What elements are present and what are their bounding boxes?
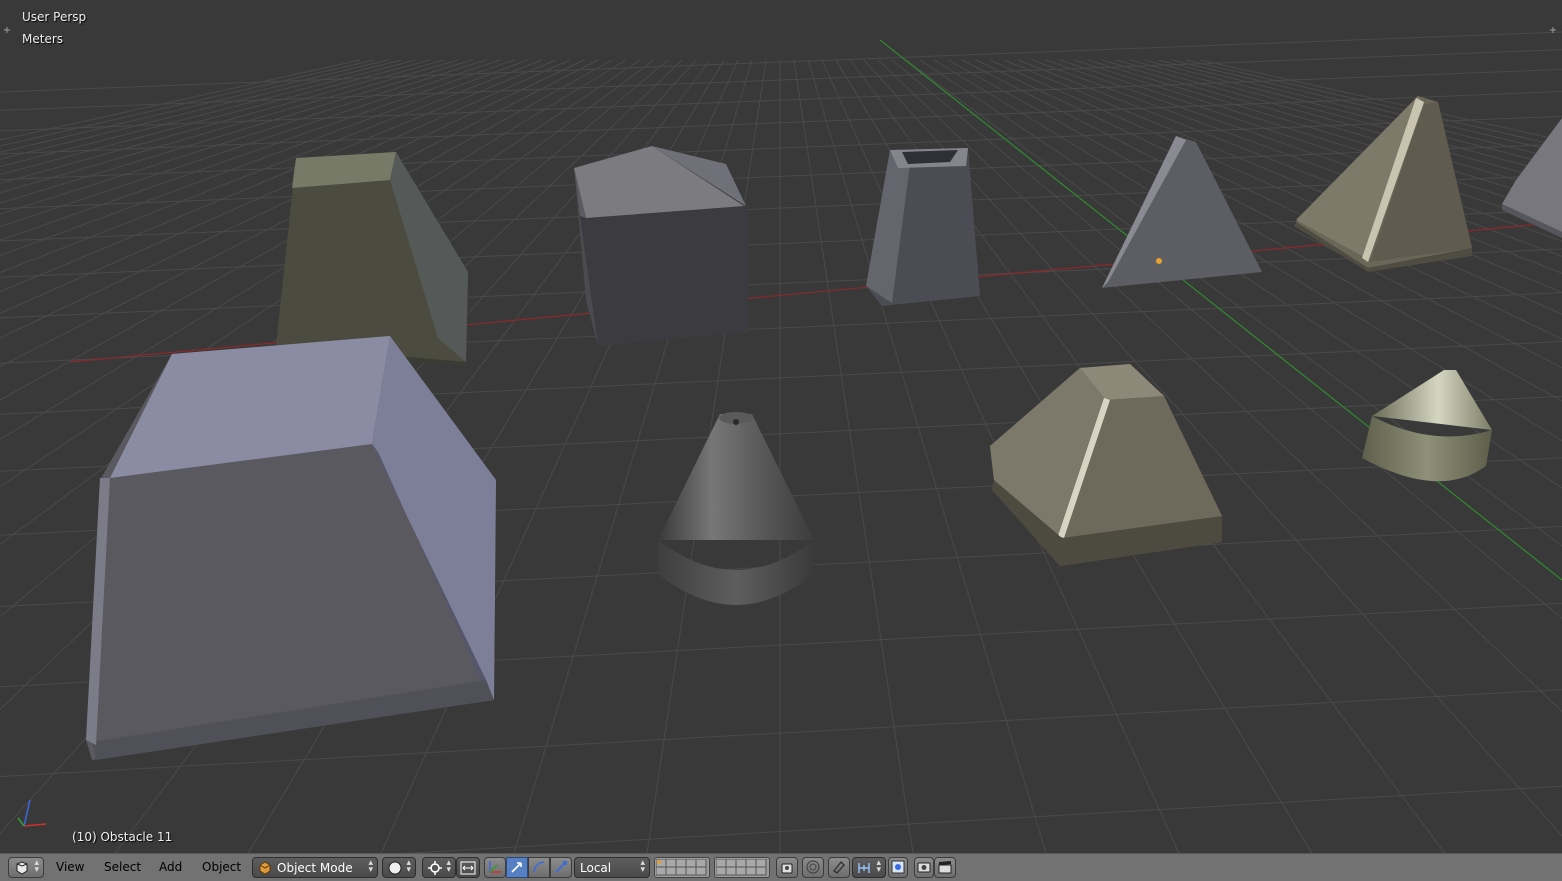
view-name-label: User Persp [22, 10, 87, 24]
proportional-edit-icon [806, 860, 820, 874]
scale-icon [555, 861, 567, 873]
snap-toggle-button[interactable] [828, 857, 850, 878]
camera-icon [917, 862, 931, 873]
magnet-icon [832, 860, 845, 874]
pivot-point-button[interactable]: ▴ ▾ [422, 857, 456, 878]
obstacle-tan-frustum[interactable] [990, 364, 1222, 566]
dropdown-arrow-icon: ▴ ▾ [640, 858, 645, 875]
layers-grid-b[interactable] [714, 857, 770, 878]
snap-target-button[interactable] [888, 857, 908, 878]
manipulator-icon [489, 861, 501, 873]
dropdown-arrow-icon: ▴ ▾ [34, 858, 39, 875]
corner-plus-icon[interactable]: + [1548, 26, 1558, 36]
clapper-icon [938, 861, 952, 874]
dropdown-arrow-icon: ▴ ▾ [446, 858, 451, 875]
manipulator-toggle-button[interactable] [484, 857, 506, 878]
translate-button[interactable] [506, 857, 528, 878]
translate-arrow-icon [511, 862, 522, 873]
dropdown-arrow-icon: ▴ ▾ [876, 858, 881, 875]
dropdown-arrow-icon: ▴ ▾ [406, 858, 411, 875]
editor-type-button[interactable]: ▴ ▾ [8, 857, 44, 878]
manipulate-center-button[interactable] [456, 857, 480, 878]
render-animation-button[interactable] [934, 857, 956, 878]
orientation-label: Local [580, 861, 612, 875]
solid-sphere-icon [388, 861, 402, 875]
transform-orientation-selector[interactable]: Local ▴ ▾ [574, 857, 650, 878]
menu-view[interactable]: View [56, 860, 84, 874]
lock-layers-button[interactable] [776, 857, 798, 878]
render-preview-button[interactable] [914, 857, 934, 878]
mode-label: Object Mode [277, 861, 353, 875]
units-label: Meters [22, 32, 64, 46]
dropdown-arrow-icon: ▴ ▾ [368, 858, 373, 875]
lock-camera-icon [781, 863, 793, 874]
corner-plus-icon[interactable]: + [2, 26, 12, 36]
3d-view-icon [16, 861, 28, 875]
obstacle-large-block[interactable] [86, 336, 496, 760]
3d-viewport[interactable]: User Persp Meters (10) Obstacle 11 + + [0, 0, 1562, 853]
scale-button[interactable] [550, 857, 572, 878]
viewport-scene[interactable] [0, 0, 1562, 853]
obstacle-tan-pyramid[interactable] [1294, 96, 1472, 272]
obstacle-gray-cone[interactable] [658, 412, 814, 605]
layers-grid-icon [656, 859, 707, 876]
snap-increment-icon [858, 863, 870, 873]
obstacle-pyramid-cube[interactable] [574, 146, 748, 346]
axis-gizmo [17, 799, 47, 827]
rotate-arc-icon [533, 861, 545, 873]
obstacle-partial-block[interactable] [1502, 118, 1562, 238]
viewport-shading-button[interactable]: ▴ ▾ [382, 857, 416, 878]
origin-point-icon [1156, 258, 1162, 264]
active-object-label: (10) Obstacle 11 [72, 830, 173, 844]
cube-icon [259, 861, 271, 875]
snap-increment-icon [891, 860, 905, 874]
pivot-point-icon [428, 861, 442, 875]
rotate-button[interactable] [528, 857, 550, 878]
snap-element-selector[interactable]: ▴ ▾ [852, 857, 886, 878]
manipulator-icon [460, 861, 476, 875]
layers-grid-a[interactable] [654, 857, 710, 878]
header-toolbar: ▴ ▾ View Select Add Object Object Mode ▴ ▾… [0, 853, 1562, 881]
menu-object[interactable]: Object [202, 860, 241, 874]
layers-grid-icon [716, 859, 767, 876]
menu-add[interactable]: Add [159, 860, 182, 874]
obstacle-olive-block[interactable] [274, 152, 468, 366]
menu-select[interactable]: Select [104, 860, 141, 874]
mode-selector[interactable]: Object Mode ▴ ▾ [252, 857, 378, 878]
proportional-edit-button[interactable] [802, 857, 824, 878]
